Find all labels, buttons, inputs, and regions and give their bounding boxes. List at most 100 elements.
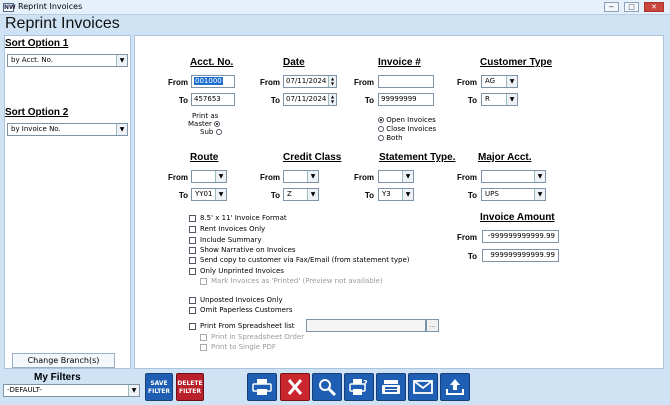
print-from-spreadsheet-option[interactable]: Print From Spreadsheet list: [189, 322, 295, 330]
delete-filter-button[interactable]: DELETE FILTER: [176, 373, 204, 401]
amount-to-input[interactable]: 999999999999.99: [482, 249, 559, 262]
spreadsheet-path-input[interactable]: [306, 319, 426, 332]
chevron-down-icon: ▼: [402, 189, 413, 200]
omit-paperless-option[interactable]: Omit Paperless Customers: [189, 306, 293, 314]
acct-no-header: Acct. No.: [190, 57, 234, 68]
statement-type-header: Statement Type.: [379, 152, 456, 163]
date-to-label: To: [270, 96, 280, 105]
invoice-format-checkbox[interactable]: [189, 214, 196, 222]
print-as-master[interactable]: Master: [188, 120, 221, 128]
sort-option-2-select[interactable]: by Invoice No. ▼: [7, 123, 128, 136]
date-from-input[interactable]: 07/11/2024 ▲ ▼: [283, 75, 337, 88]
save-filter-label-1: SAVE: [150, 380, 168, 387]
route-to-select[interactable]: YY01 ▼: [191, 188, 227, 201]
send-copy-checkbox[interactable]: [189, 256, 196, 264]
sort-option-1-select[interactable]: by Acct. No. ▼: [7, 54, 128, 67]
include-summary-checkbox[interactable]: [189, 236, 196, 244]
acct-to-input[interactable]: 457653: [191, 93, 235, 106]
both-invoices-option[interactable]: Both: [378, 134, 403, 142]
include-summary-option[interactable]: Include Summary: [189, 236, 262, 244]
show-narrative-checkbox[interactable]: [189, 246, 196, 254]
close-window-button[interactable]: ✕: [644, 2, 664, 12]
fax-icon: [382, 380, 400, 394]
change-branch-button[interactable]: Change Branch(s): [12, 353, 115, 368]
credit-class-header: Credit Class: [283, 152, 342, 163]
fax-button[interactable]: [376, 373, 406, 401]
delete-filter-label-2: FILTER: [179, 388, 201, 395]
send-copy-option[interactable]: Send copy to customer via Fax/Email (fro…: [189, 256, 410, 264]
print-from-spreadsheet-checkbox[interactable]: [189, 322, 196, 330]
include-summary-label: Include Summary: [200, 236, 262, 244]
invoice-from-label: From: [354, 78, 374, 87]
sort-option-1-label: Sort Option 1: [5, 38, 69, 49]
open-invoices-label: Open Invoices: [386, 116, 436, 124]
route-from-select[interactable]: ▼: [191, 170, 227, 183]
unposted-only-option[interactable]: Unposted Invoices Only: [189, 296, 283, 304]
spinner-icon[interactable]: ▲ ▼: [328, 94, 336, 105]
maximize-button[interactable]: □: [624, 2, 639, 12]
cancel-button[interactable]: [280, 373, 310, 401]
invoice-from-input[interactable]: [378, 75, 434, 88]
spreadsheet-order-label: Print in Spreadsheet Order: [211, 333, 305, 341]
close-invoices-radio[interactable]: [378, 126, 384, 132]
statement-type-from-select[interactable]: ▼: [378, 170, 414, 183]
both-invoices-radio[interactable]: [378, 135, 384, 141]
page-title: Reprint Invoices: [5, 15, 120, 32]
unposted-only-checkbox[interactable]: [189, 296, 196, 304]
major-acct-to-select[interactable]: UPS ▼: [481, 188, 546, 201]
invoice-format-option[interactable]: 8.5' x 11' Invoice Format: [189, 214, 287, 222]
date-to-input[interactable]: 07/11/2024 ▲ ▼: [283, 93, 337, 106]
customer-type-to-value: R: [485, 95, 490, 103]
print-icon: [252, 379, 272, 395]
single-pdf-checkbox: [200, 343, 207, 351]
customer-type-from-select[interactable]: AG ▼: [481, 75, 518, 88]
spreadsheet-order-option: Print in Spreadsheet Order: [200, 333, 304, 341]
open-invoices-option[interactable]: Open Invoices: [378, 116, 436, 124]
acct-from-input[interactable]: 001000: [191, 75, 235, 88]
save-filter-button[interactable]: SAVE FILTER: [145, 373, 173, 401]
print-button[interactable]: [247, 373, 277, 401]
credit-class-to-select[interactable]: Z ▼: [283, 188, 319, 201]
open-invoices-radio[interactable]: [378, 117, 384, 123]
major-acct-to-label: To: [467, 191, 477, 200]
only-unprinted-checkbox[interactable]: [189, 267, 196, 275]
export-button[interactable]: [440, 373, 470, 401]
email-button[interactable]: [408, 373, 438, 401]
invoice-to-input[interactable]: 99999999: [378, 93, 434, 106]
route-to-label: To: [178, 191, 188, 200]
print-as-sub[interactable]: Sub: [200, 128, 222, 136]
browse-button[interactable]: ...: [426, 319, 439, 332]
statement-type-to-select[interactable]: Y3 ▼: [378, 188, 414, 201]
mark-printed-checkbox: [200, 277, 207, 285]
amount-from-input[interactable]: -999999999999.99: [482, 230, 559, 243]
close-invoices-option[interactable]: Close Invoices: [378, 125, 436, 133]
single-pdf-option: Print to Single PDF: [200, 343, 276, 351]
credit-class-from-select[interactable]: ▼: [283, 170, 319, 183]
print-setup-button[interactable]: ?: [344, 373, 374, 401]
credit-class-to-value: Z: [287, 190, 292, 198]
spinner-icon[interactable]: ▲ ▼: [328, 76, 336, 87]
print-as-sub-label: Sub: [200, 128, 214, 136]
rent-only-option[interactable]: Rent Invoices Only: [189, 225, 265, 233]
delete-filter-label-1: DELETE: [177, 380, 203, 387]
minimize-button[interactable]: −: [604, 2, 619, 12]
date-to-value: 07/11/2024: [286, 95, 327, 103]
window-title: Reprint Invoices: [18, 2, 83, 11]
show-narrative-option[interactable]: Show Narrative on Invoices: [189, 246, 296, 254]
sort-option-1-value: by Acct. No.: [11, 56, 53, 64]
both-invoices-label: Both: [386, 134, 403, 142]
route-from-label: From: [168, 173, 188, 182]
sub-radio[interactable]: [215, 129, 222, 135]
chevron-down-icon: ▼: [506, 76, 517, 87]
omit-paperless-label: Omit Paperless Customers: [200, 306, 293, 314]
preview-button[interactable]: [312, 373, 342, 401]
customer-type-to-select[interactable]: R ▼: [481, 93, 518, 106]
omit-paperless-checkbox[interactable]: [189, 306, 196, 314]
master-radio[interactable]: [214, 121, 221, 127]
major-acct-to-value: UPS: [485, 190, 499, 198]
rent-only-checkbox[interactable]: [189, 225, 196, 233]
only-unprinted-option[interactable]: Only Unprinted Invoices: [189, 267, 284, 275]
major-acct-from-select[interactable]: ▼: [481, 170, 546, 183]
date-header: Date: [283, 57, 305, 68]
my-filters-select[interactable]: -DEFAULT- ▼: [3, 384, 140, 397]
